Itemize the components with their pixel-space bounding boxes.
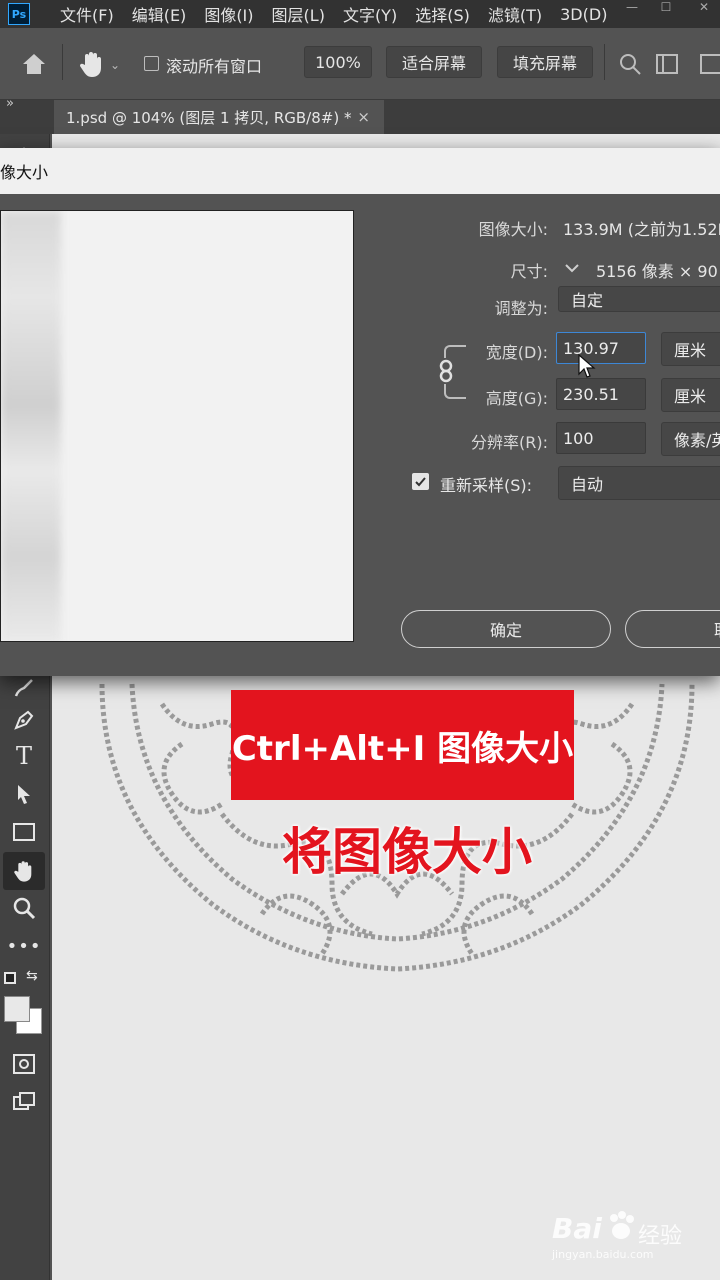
height-label: 高度(G): [485, 389, 548, 408]
document-tab-title: 1.psd @ 104% (图层 1 拷贝, RGB/8#) * [66, 108, 352, 127]
menu-3d[interactable]: 3D(D) [560, 5, 607, 24]
close-window-icon[interactable]: ✕ [690, 0, 718, 14]
resolution-unit-select[interactable]: 像素/英 [661, 422, 720, 456]
hand-tool-icon[interactable] [76, 48, 108, 80]
image-size-dialog: 像大小 图像大小: 133.9M (之前为1.52M 尺寸: 5156 像素 ×… [0, 148, 720, 676]
close-icon[interactable]: × [357, 108, 370, 126]
menu-edit[interactable]: 编辑(E) [132, 2, 187, 26]
image-size-value: 133.9M (之前为1.52M [563, 220, 720, 239]
brush-tool-icon[interactable] [8, 672, 40, 704]
pen-tool-icon[interactable] [8, 704, 40, 736]
resolution-input[interactable]: 100 [556, 422, 646, 454]
menu-filter[interactable]: 滤镜(T) [488, 2, 542, 26]
quick-mask-icon[interactable] [8, 1048, 40, 1080]
dimensions-value: 5156 像素 × 90 [596, 262, 718, 281]
workspace-divider [662, 56, 664, 72]
width-label: 宽度(D): [485, 343, 548, 362]
cancel-label: 取 [714, 617, 720, 641]
height-unit-select[interactable]: 厘米 [661, 378, 720, 412]
ok-button[interactable]: 确定 [401, 610, 611, 648]
photoshop-logo: Ps [8, 3, 30, 25]
fit-to-select[interactable]: 自定 [558, 286, 720, 312]
default-colors-icon[interactable] [4, 972, 16, 984]
chevron-down-icon[interactable]: ⌄ [110, 58, 120, 72]
maximize-icon[interactable]: ☐ [652, 0, 680, 14]
paw-icon [606, 1210, 636, 1242]
image-size-label: 图像大小: [478, 220, 548, 239]
resample-checkbox[interactable] [412, 473, 429, 490]
search-icon[interactable] [618, 52, 642, 76]
watermark-url: jingyan.baidu.com [552, 1248, 654, 1261]
preview-blur-strip [1, 211, 61, 641]
dimensions-label: 尺寸: [510, 262, 548, 281]
document-tab-row: » 1.psd @ 104% (图层 1 拷贝, RGB/8#) * × [0, 96, 720, 134]
home-icon[interactable] [20, 50, 48, 78]
menu-type[interactable]: 文字(Y) [343, 2, 397, 26]
document-tab[interactable]: 1.psd @ 104% (图层 1 拷贝, RGB/8#) * × [54, 100, 384, 134]
menu-layer[interactable]: 图层(L) [272, 2, 325, 26]
screen-mode-icon[interactable] [8, 1086, 40, 1118]
caption-subtitle: 将图像大小 [282, 823, 532, 881]
width-input[interactable]: 130.97 [556, 332, 646, 364]
fit-screen-button[interactable]: 适合屏幕 [386, 46, 482, 78]
resolution-label: 分辨率(R): [471, 433, 548, 452]
watermark-brand: Bai [552, 1212, 602, 1245]
hand-tool-icon[interactable] [3, 852, 45, 890]
baidu-watermark: Bai 经验 jingyan.baidu.com [552, 1208, 712, 1268]
menu-bar: Ps 文件(F) 编辑(E) 图像(I) 图层(L) 文字(Y) 选择(S) 滤… [0, 0, 720, 28]
dialog-titlebar: 像大小 [0, 148, 720, 194]
watermark-brand-cn: 经验 [638, 1224, 683, 1249]
fill-screen-button[interactable]: 填充屏幕 [497, 46, 593, 78]
dimensions-chevron-icon[interactable] [562, 258, 582, 278]
zoom-tool-icon[interactable] [8, 892, 40, 924]
zoom-field[interactable]: 100% [304, 46, 372, 78]
menu-file[interactable]: 文件(F) [60, 2, 114, 26]
cursor-icon [578, 353, 596, 380]
collapse-panels-icon[interactable]: » [6, 96, 14, 111]
resolution-value: 100 [563, 428, 594, 448]
height-input[interactable]: 230.51 [556, 378, 646, 410]
resample-label: 重新采样(S): [440, 476, 533, 495]
more-tools-icon[interactable]: ••• [7, 930, 41, 962]
shortcut-caption: Ctrl+Alt+I 图像大小 [231, 690, 574, 800]
share-icon[interactable] [700, 54, 720, 74]
separator [604, 44, 605, 80]
width-unit-select[interactable]: 厘米 [661, 332, 720, 366]
rectangle-tool-icon[interactable] [8, 816, 40, 848]
cancel-button[interactable]: 取 [625, 610, 720, 648]
fit-to-label: 调整为: [494, 299, 548, 318]
swap-colors-icon[interactable]: ⇆ [26, 968, 38, 984]
minimize-icon[interactable]: — [618, 0, 646, 14]
scroll-all-checkbox[interactable] [144, 56, 159, 71]
path-selection-tool-icon[interactable] [8, 778, 40, 810]
menu-image[interactable]: 图像(I) [204, 2, 253, 26]
type-tool-icon[interactable]: T [8, 740, 40, 772]
preview-pane[interactable] [0, 210, 354, 642]
scroll-all-label: 滚动所有窗口 [166, 57, 263, 76]
resample-select[interactable]: 自动 [558, 466, 720, 500]
workspace-icon[interactable] [656, 54, 678, 74]
menu-select[interactable]: 选择(S) [415, 2, 470, 26]
separator [62, 44, 63, 80]
options-bar: ⌄ 滚动所有窗口 100% 适合屏幕 填充屏幕 [0, 28, 720, 100]
foreground-color-swatch[interactable] [4, 996, 30, 1022]
dialog-title: 像大小 [0, 163, 49, 182]
height-value: 230.51 [563, 384, 619, 404]
